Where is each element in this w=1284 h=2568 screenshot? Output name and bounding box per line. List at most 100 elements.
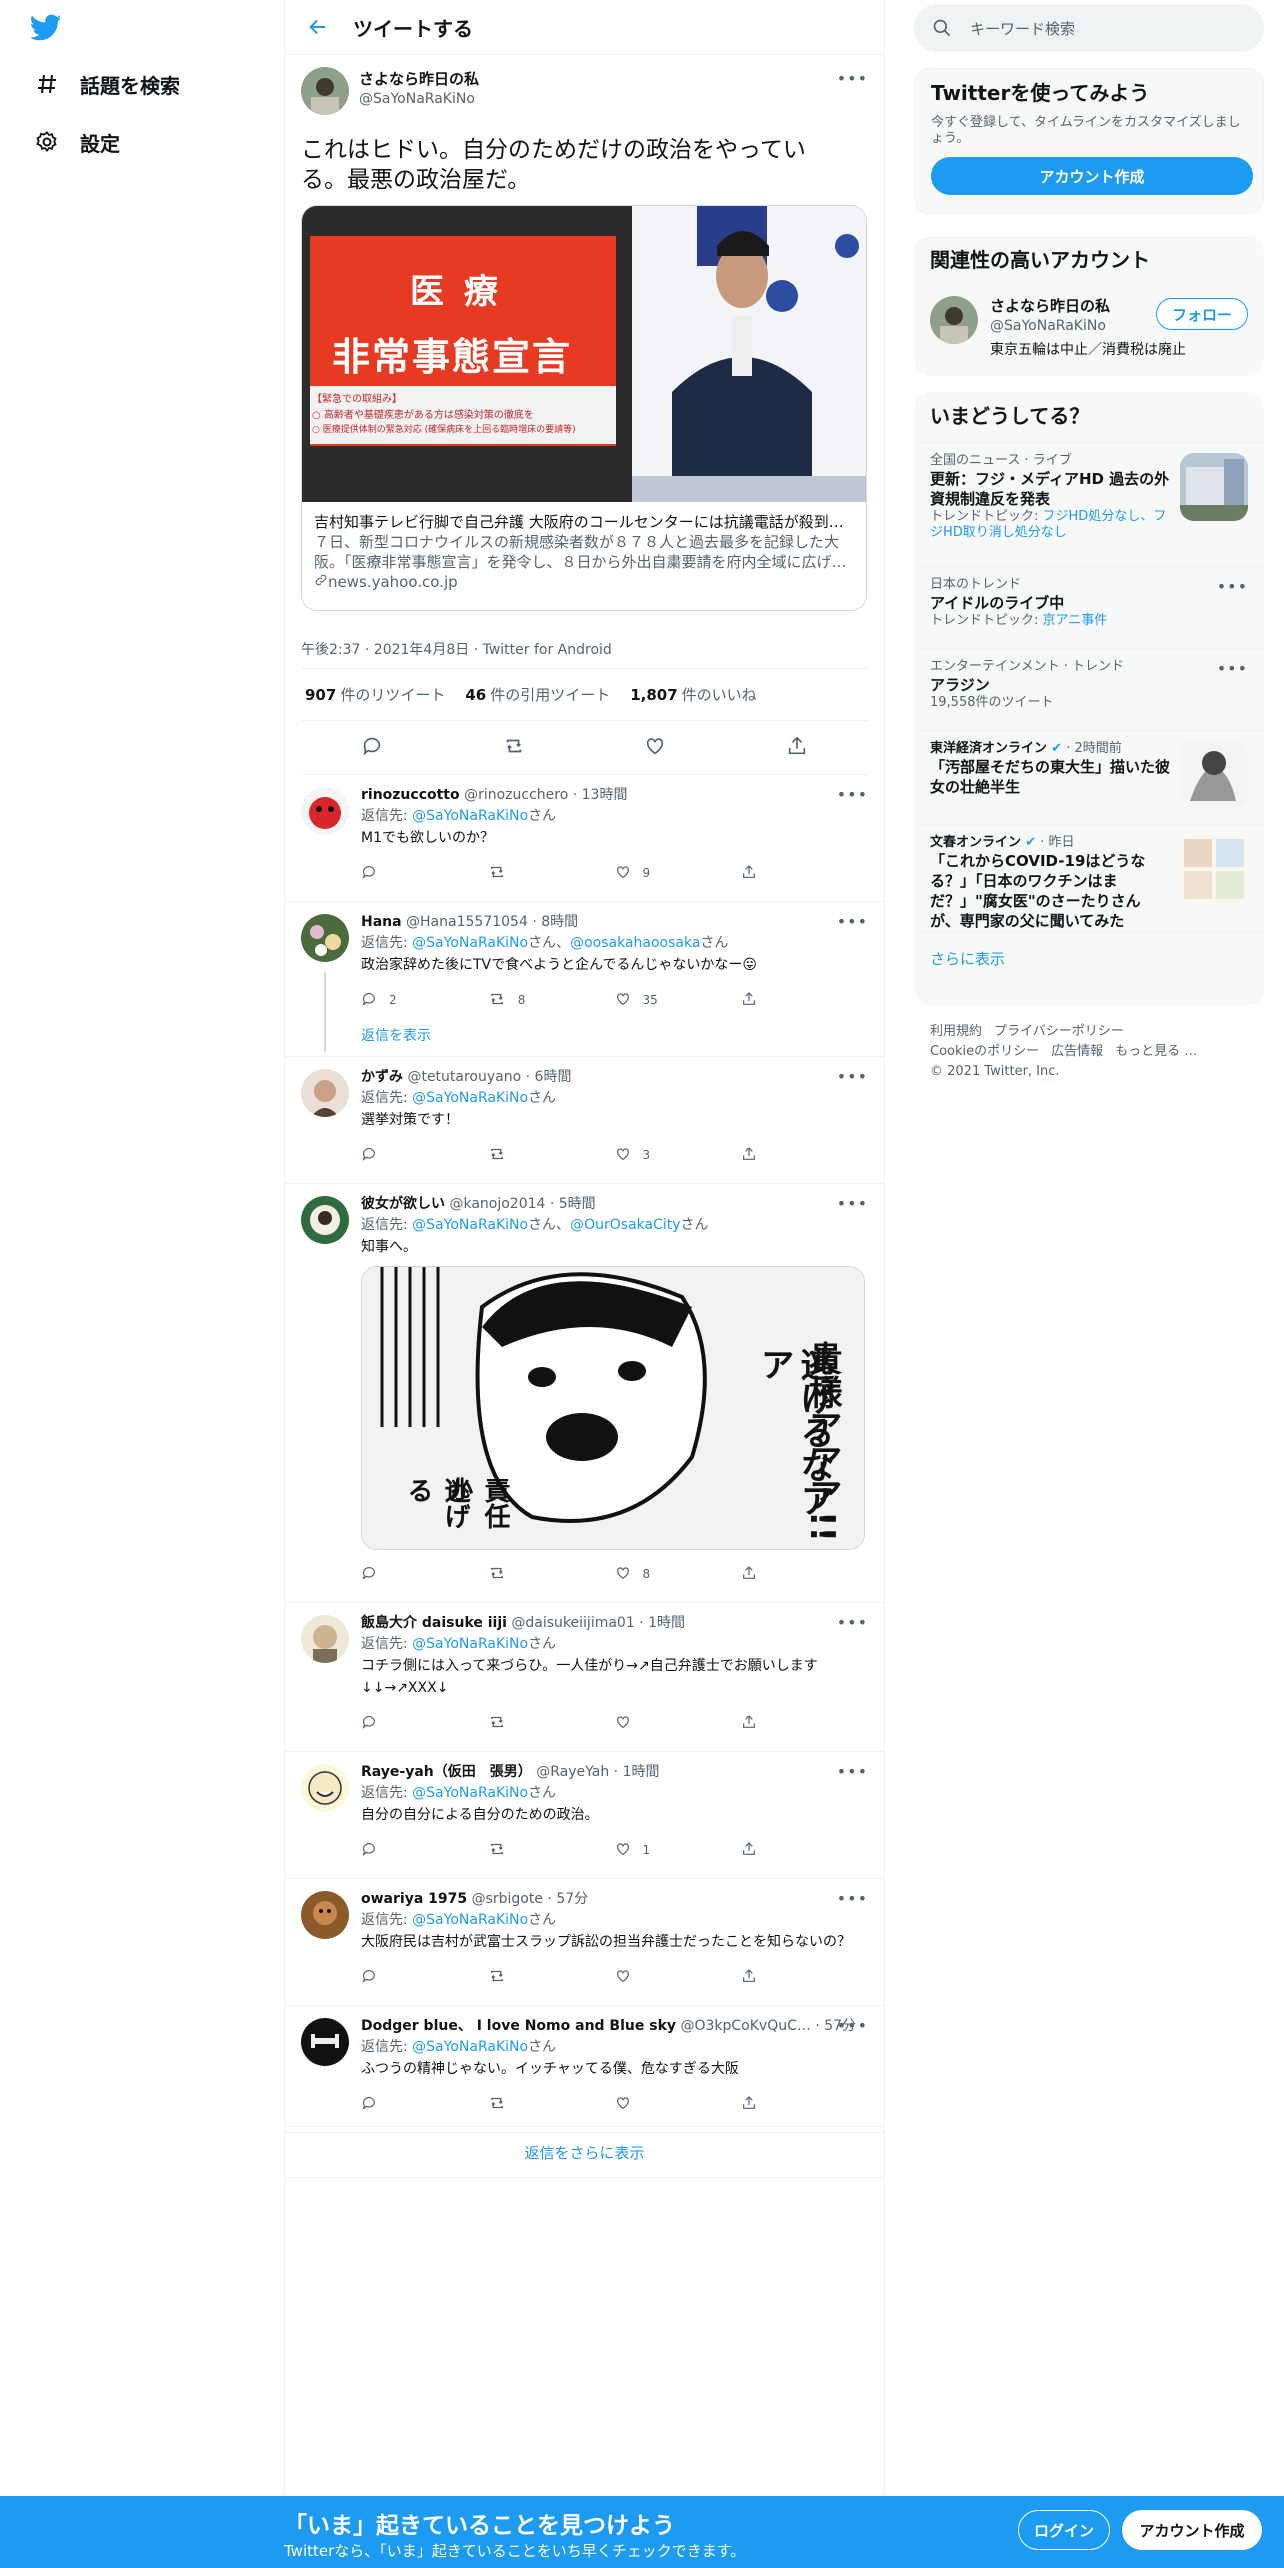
author-handle[interactable]: @SaYoNaRaKiNo (359, 89, 479, 109)
share-button[interactable] (741, 864, 868, 883)
reply-icon[interactable] (361, 735, 383, 761)
show-more-replies-button[interactable]: 返信をさらに表示 (285, 2126, 884, 2178)
reply-author-handle[interactable]: @O3kpCoKvQuC… (680, 2018, 810, 2034)
show-more-trends-link[interactable]: さらに表示 (914, 932, 1264, 984)
reply-button[interactable] (361, 1841, 488, 1860)
share-button[interactable] (741, 1841, 868, 1860)
more-options-icon[interactable]: ••• (837, 1194, 868, 1214)
avatar[interactable] (301, 787, 349, 835)
retweet-button[interactable] (488, 863, 615, 884)
more-options-icon[interactable]: ••• (837, 2016, 868, 2036)
more-options-icon[interactable]: ••• (837, 1762, 868, 1782)
reply-to-link[interactable]: @SaYoNaRaKiNo (412, 935, 528, 951)
retweet-button[interactable] (488, 1145, 615, 1166)
footer-link[interactable]: Cookieのポリシー (930, 1044, 1039, 1059)
avatar[interactable] (301, 1891, 349, 1939)
avatar[interactable] (301, 1196, 349, 1244)
nav-explore[interactable]: 話題を検索 (34, 62, 180, 106)
reply-author-name[interactable]: 飯島大介 daisuke iiji (361, 1615, 507, 1631)
reply-to-link[interactable]: @OurOsakaCity (570, 1217, 680, 1233)
like-button[interactable] (615, 1714, 742, 1733)
avatar[interactable] (301, 2018, 349, 2066)
avatar[interactable] (301, 67, 349, 115)
nav-settings[interactable]: 設定 (34, 120, 120, 164)
share-button[interactable] (741, 1968, 868, 1987)
avatar[interactable] (301, 1764, 349, 1812)
reply-author-handle[interactable]: @rinozucchero (464, 787, 568, 803)
like-button[interactable]: 1 (615, 1841, 742, 1860)
related-handle[interactable]: @SaYoNaRaKiNo (990, 316, 1106, 336)
footer-link[interactable]: 利用規約 (930, 1024, 982, 1039)
reply-button[interactable] (361, 1714, 488, 1733)
quote-count[interactable]: 46 件の引用ツイート (465, 684, 610, 705)
reply-author-handle[interactable]: @kanojo2014 (449, 1196, 545, 1212)
like-button[interactable]: 35 (615, 991, 742, 1010)
reply-to-link[interactable]: @SaYoNaRaKiNo (412, 1912, 528, 1928)
reply-image[interactable]: 貴様アアア!! 逃げるなアア 責任か 逃げる (361, 1266, 865, 1550)
reply-to-link[interactable]: @SaYoNaRaKiNo (412, 1090, 528, 1106)
reply-author-name[interactable]: Raye-yah（仮田 張男） (361, 1764, 532, 1780)
reply-time[interactable]: · 8時間 (532, 914, 578, 930)
reply-time[interactable]: · 13時間 (573, 787, 628, 803)
retweet-button[interactable] (488, 1967, 615, 1988)
share-button[interactable] (741, 1146, 868, 1165)
show-replies-link[interactable]: 返信を表示 (361, 1026, 868, 1046)
more-options-icon[interactable]: ••• (1217, 659, 1248, 678)
reply-to-link[interactable]: @SaYoNaRaKiNo (412, 1217, 528, 1233)
reply-button[interactable]: 2 (361, 991, 488, 1010)
twitter-bird-icon[interactable] (29, 14, 66, 44)
share-button[interactable] (741, 991, 868, 1010)
trend-item[interactable]: 全国のニュース · ライブ 更新：フジ・メディアHD 過去の外資規制違反を発表 … (914, 442, 1264, 566)
avatar[interactable] (301, 1615, 349, 1663)
reply-button[interactable] (361, 2095, 488, 2114)
reply-tweet[interactable]: Hana @Hana15571054 · 8時間 ••• 返信先: @SaYoNaR… (285, 902, 884, 1057)
reply-author-name[interactable]: rinozuccotto (361, 787, 460, 803)
like-count[interactable]: 1,807 件のいいね (630, 684, 756, 705)
avatar[interactable] (301, 914, 349, 962)
like-button[interactable] (615, 1968, 742, 1987)
trend-item[interactable]: 東洋経済オンライン ✔ · 2時間前 「汚部屋そだちの東大生」描いた彼女の壮絶半… (914, 730, 1264, 824)
reply-author-name[interactable]: Dodger blue、 I love Nomo and Blue sky (361, 2018, 676, 2034)
reply-tweet[interactable]: owariya 1975 @srbigote · 57分 ••• 返信先: @SaY… (285, 1879, 884, 2006)
reply-author-name[interactable]: 彼女が欲しい (361, 1196, 445, 1212)
follow-button[interactable]: フォロー (1156, 298, 1248, 330)
more-options-icon[interactable]: ••• (1217, 577, 1248, 596)
reply-to-link[interactable]: @SaYoNaRaKiNo (412, 808, 528, 824)
reply-to-link[interactable]: @SaYoNaRaKiNo (412, 1785, 528, 1801)
like-button[interactable]: 8 (615, 1565, 742, 1584)
trend-item[interactable]: 日本のトレンド アイドルのライブ中 トレンドトピック: 京アニ事件 ••• (914, 566, 1264, 648)
signup-button[interactable]: アカウント作成 (1122, 2510, 1262, 2550)
trend-item[interactable]: 文春オンライン ✔ · 昨日 「これからCOVID-19はどうなる？」「日本のワ… (914, 824, 1264, 932)
reply-author-name[interactable]: owariya 1975 (361, 1891, 467, 1907)
reply-author-name[interactable]: Hana (361, 914, 402, 930)
reply-tweet[interactable]: Dodger blue、 I love Nomo and Blue sky @O… (285, 2006, 884, 2133)
retweet-button[interactable] (488, 1713, 615, 1734)
more-options-icon[interactable]: ••• (837, 1613, 868, 1633)
reply-button[interactable] (361, 1968, 488, 1987)
reply-time[interactable]: · 1時間 (614, 1764, 660, 1780)
reply-tweet[interactable]: rinozuccotto @rinozucchero · 13時間 ••• 返信先:… (285, 775, 884, 902)
retweet-button[interactable] (488, 1840, 615, 1861)
share-button[interactable] (741, 2095, 868, 2114)
reply-to-link[interactable]: @SaYoNaRaKiNo (412, 2039, 528, 2055)
reply-author-handle[interactable]: @Hana15571054 (406, 914, 528, 930)
reply-tweet[interactable]: Raye-yah（仮田 張男） @RayeYah · 1時間 ••• 返信先: @S… (285, 1752, 884, 1879)
search-input[interactable]: キーワード検索 (970, 18, 1075, 39)
avatar[interactable] (930, 296, 978, 344)
reply-tweet[interactable]: 彼女が欲しい @kanojo2014 · 5時間 ••• 返信先: @SaYoNaR… (285, 1184, 884, 1603)
retweet-count[interactable]: 907 件のリツイート (305, 684, 445, 705)
reply-button[interactable] (361, 1565, 488, 1584)
login-button[interactable]: ログイン (1018, 2510, 1110, 2550)
more-options-icon[interactable]: ••• (837, 1067, 868, 1087)
reply-time[interactable]: · 6時間 (526, 1069, 572, 1085)
reply-to-link[interactable]: @oosakahaoosaka (570, 935, 700, 951)
like-button[interactable]: 9 (615, 864, 742, 883)
like-icon[interactable] (644, 735, 666, 761)
retweet-icon[interactable] (503, 735, 525, 761)
retweet-button[interactable] (488, 1564, 615, 1585)
reply-author-name[interactable]: かずみ (361, 1069, 403, 1085)
reply-tweet[interactable]: かずみ @tetutarouyano · 6時間 ••• 返信先: @SaYoNaR… (285, 1057, 884, 1184)
more-options-icon[interactable]: ••• (837, 785, 868, 805)
related-name[interactable]: さよなら昨日の私 (990, 296, 1110, 316)
footer-link[interactable]: 広告情報 (1051, 1044, 1103, 1059)
